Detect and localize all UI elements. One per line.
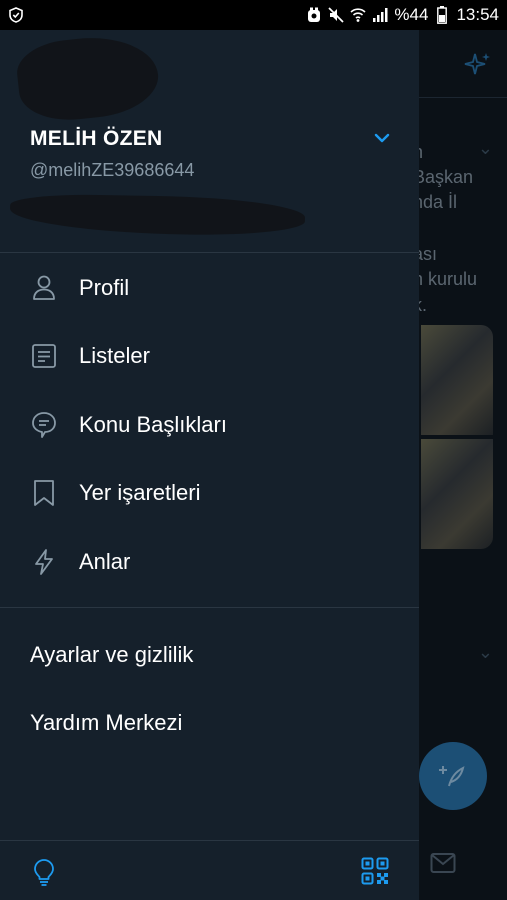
feed-text-3: nda İl — [419, 192, 458, 212]
sparkle-icon — [463, 50, 493, 85]
menu-item-topics[interactable]: Konu Başlıkları — [0, 395, 419, 455]
divider — [0, 607, 419, 608]
account-switcher-chevron-icon[interactable] — [372, 130, 392, 146]
feed-header — [419, 30, 507, 98]
mute-icon — [328, 7, 345, 23]
menu-item-label: Profil — [79, 275, 130, 300]
feed-text-2: Başkan — [419, 167, 474, 187]
menu-item-label: Anlar — [79, 549, 131, 574]
menu-item-label: Yer işaretleri — [79, 480, 201, 505]
clock: 13:54 — [456, 5, 499, 24]
tweet-menu-icon-2: ⌄ — [477, 642, 493, 662]
navigation-drawer: MELİH ÖZEN @melihZE39686644 Profil Liste… — [0, 30, 419, 900]
topics-icon — [30, 411, 58, 439]
feather-icon — [439, 766, 465, 787]
wifi-icon — [350, 7, 366, 23]
person-icon — [30, 274, 58, 302]
alarm-icon — [306, 7, 322, 23]
menu-item-label: Konu Başlıkları — [79, 412, 227, 437]
menu-item-profile[interactable]: Profil — [0, 258, 419, 318]
avatar[interactable] — [14, 30, 162, 126]
drawer-bottom-bar — [0, 840, 419, 900]
list-icon — [30, 342, 58, 370]
menu-item-label: Listeler — [79, 343, 150, 368]
follow-counts[interactable] — [9, 193, 306, 237]
account-handle[interactable]: @melihZE39686644 — [30, 160, 194, 181]
shield-icon — [8, 7, 24, 23]
bookmark-icon — [30, 479, 58, 507]
menu-item-bookmarks[interactable]: Yer işaretleri — [0, 463, 419, 523]
lightbulb-icon[interactable] — [32, 858, 56, 891]
feed-text-6: k. — [419, 295, 428, 315]
help-center-link[interactable]: Yardım Merkezi — [30, 710, 182, 736]
feed-text-5: n kurulu — [419, 269, 478, 289]
feed-text-4: ası — [419, 244, 438, 264]
messages-icon — [430, 852, 456, 879]
feed-text-1: n — [419, 140, 423, 165]
tweet-menu-icon: ⌄ — [477, 138, 493, 158]
status-bar: %44 13:54 — [0, 0, 507, 30]
settings-and-privacy-link[interactable]: Ayarlar ve gizlilik — [30, 642, 193, 668]
menu-item-moments[interactable]: Anlar — [0, 532, 419, 592]
feed-photo-2 — [421, 439, 493, 549]
divider — [0, 252, 419, 253]
battery-percent: %44 — [394, 5, 429, 24]
account-name[interactable]: MELİH ÖZEN — [30, 127, 163, 151]
menu-item-lists[interactable]: Listeler — [0, 326, 419, 386]
qr-code-icon[interactable] — [361, 857, 389, 890]
signal-icon — [372, 7, 388, 23]
lightning-icon — [30, 548, 58, 576]
battery-icon — [434, 6, 450, 24]
feed-photo-1 — [421, 325, 493, 435]
compose-tweet-button — [419, 742, 487, 810]
